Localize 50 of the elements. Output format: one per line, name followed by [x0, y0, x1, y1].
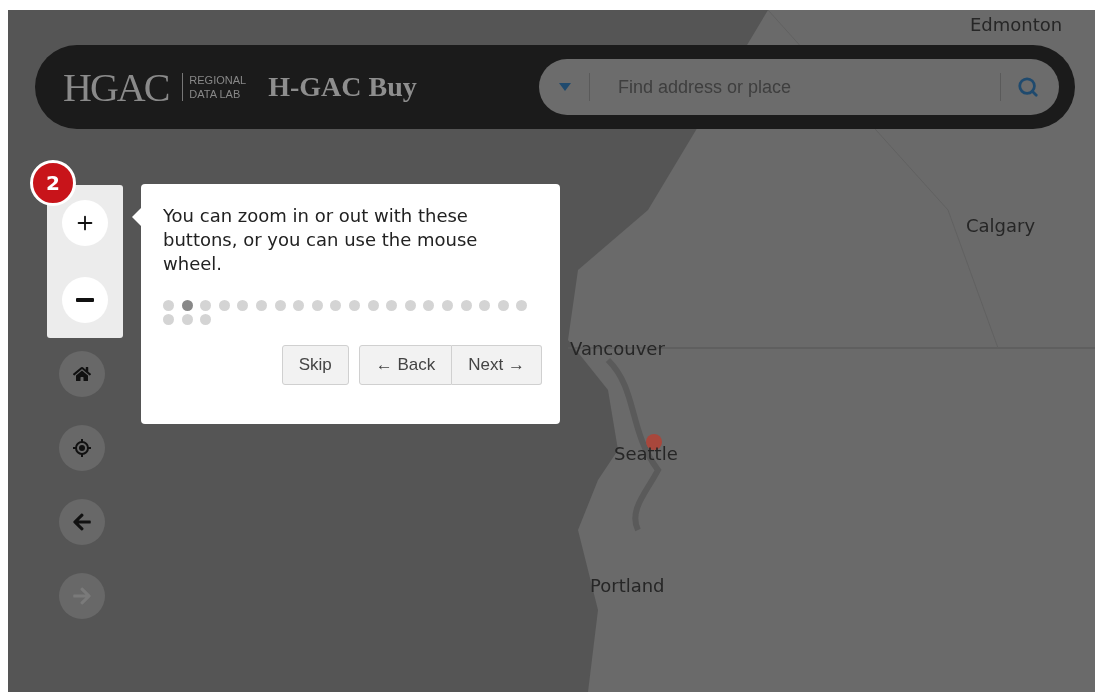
zoom-out-button[interactable] — [62, 276, 108, 323]
logo-mark: HGAC — [63, 63, 169, 111]
step-dot[interactable] — [367, 300, 379, 311]
next-button[interactable]: Next → — [452, 345, 542, 385]
step-dot[interactable] — [200, 314, 212, 325]
step-dot[interactable] — [181, 314, 193, 325]
step-badge: 2 — [30, 160, 76, 206]
step-dot[interactable] — [516, 300, 528, 311]
locate-button[interactable] — [59, 425, 105, 471]
step-dot[interactable] — [441, 300, 453, 311]
step-dot[interactable] — [181, 300, 193, 311]
home-icon — [73, 365, 91, 383]
step-dot[interactable] — [311, 300, 323, 311]
step-dot[interactable] — [200, 300, 212, 311]
step-dot[interactable] — [274, 300, 286, 311]
search-icon — [1017, 76, 1039, 98]
step-dot[interactable] — [330, 300, 342, 311]
step-dot[interactable] — [218, 300, 230, 311]
step-dot[interactable] — [237, 300, 249, 311]
step-dot[interactable] — [460, 300, 472, 311]
caret-icon[interactable] — [559, 83, 571, 91]
city-label: Seattle — [614, 443, 678, 465]
step-dot[interactable] — [348, 300, 360, 311]
locate-icon — [73, 439, 91, 457]
step-dot[interactable] — [163, 300, 174, 311]
step-dot[interactable] — [386, 300, 398, 311]
back-button[interactable] — [59, 499, 105, 545]
zoom-in-button[interactable] — [62, 200, 108, 247]
step-dot[interactable] — [293, 300, 305, 311]
step-dot[interactable] — [423, 300, 435, 311]
arrow-left-icon — [72, 512, 92, 532]
logo-text: DATA LAB — [189, 87, 242, 101]
city-label: Portland — [590, 575, 665, 597]
step-dot[interactable] — [404, 300, 416, 311]
skip-button[interactable]: Skip — [281, 345, 349, 385]
city-label: Edmonton — [970, 14, 1063, 36]
home-button[interactable] — [59, 351, 105, 397]
popup-pointer — [132, 208, 141, 226]
minus-icon — [76, 297, 94, 302]
city-label: Calgary — [966, 215, 1036, 237]
step-dot[interactable] — [497, 300, 509, 311]
step-dot[interactable] — [479, 300, 491, 311]
popup-text: You can zoom in or out with these buttons, or you can use the mouse wheel. — [163, 204, 479, 276]
step-dot[interactable] — [255, 300, 267, 311]
step-dot[interactable] — [163, 314, 174, 325]
city-label: Vancouver — [570, 338, 665, 360]
app-title: H-GAC Buy — [268, 71, 417, 103]
back-button[interactable]: ← Back — [358, 345, 453, 385]
search-button[interactable] — [1017, 76, 1039, 98]
logo-text: REGIONAL — [189, 73, 247, 87]
